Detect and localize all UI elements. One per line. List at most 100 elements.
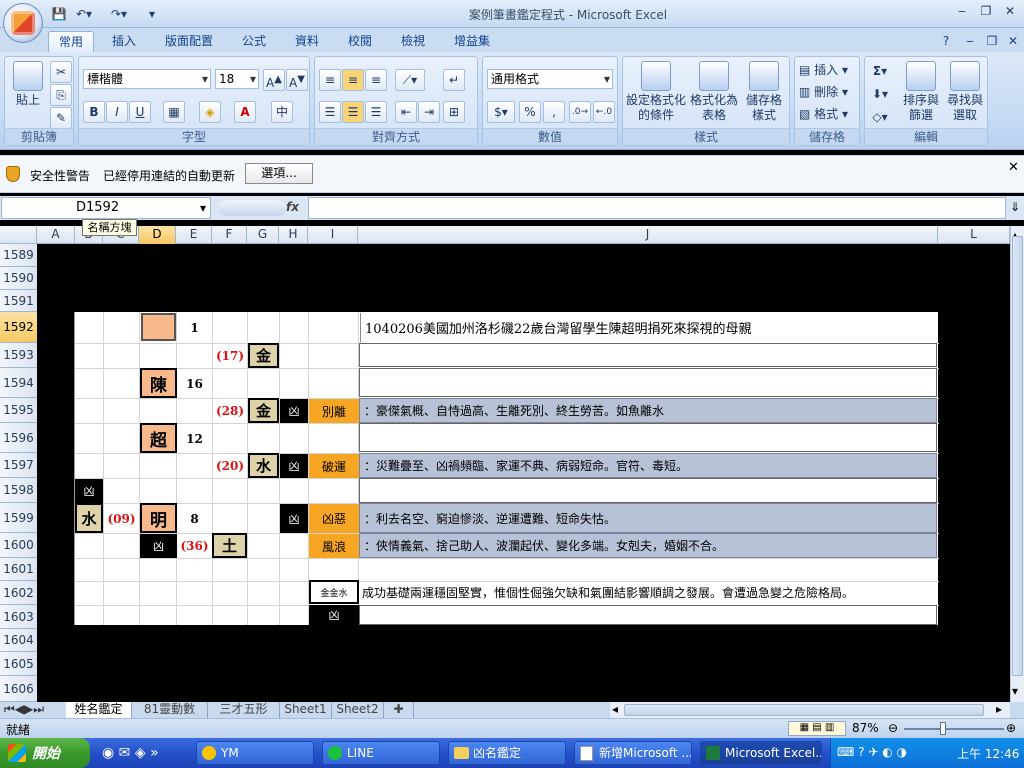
undo-icon[interactable]: ↶▾ [70, 5, 98, 23]
column-header[interactable]: F [212, 226, 247, 244]
empty-text-cell[interactable] [359, 478, 937, 503]
merge-center-icon[interactable]: ⊞ [443, 101, 465, 123]
headline-cell[interactable]: 1040206美國加州洛杉磯22歲台灣留學生陳超明捐死來探視的母親 [360, 313, 937, 342]
empty-text-cell[interactable] [359, 368, 937, 397]
row-header[interactable]: 1598 [0, 478, 37, 503]
cell-styles-button[interactable]: 儲存格樣式 [741, 61, 787, 123]
row-header[interactable]: 1601 [0, 558, 37, 581]
taskbar-item-new-doc[interactable]: 新增Microsoft ... [574, 741, 692, 765]
row-header[interactable]: 1602 [0, 581, 37, 605]
tab-home[interactable]: 常用 [48, 31, 94, 52]
font-color-icon[interactable]: A [234, 101, 256, 123]
orientation-icon[interactable]: ⟋▾ [395, 69, 425, 91]
sheet-tab[interactable]: Sheet2 [332, 702, 384, 718]
row-header[interactable]: 1593 [0, 343, 37, 368]
align-bottom-icon[interactable]: ≡ [365, 69, 387, 91]
column-header[interactable]: G [247, 226, 279, 244]
hscroll-thumb[interactable] [624, 704, 984, 716]
summary-description[interactable]: 成功基礎兩運穩固堅實，惟個性倔強欠缺和氣團結影響順調之發展。會遭過急變之危險格局… [360, 581, 937, 604]
tab-formulas[interactable]: 公式 [232, 31, 276, 52]
tab-addins[interactable]: 增益集 [444, 31, 500, 52]
column-header[interactable]: E [176, 226, 212, 244]
name-box[interactable]: D1592 ▾ [1, 197, 211, 219]
scroll-left-icon[interactable]: ◂ [612, 702, 618, 716]
sheet-tab[interactable]: 姓名鑑定 [66, 702, 132, 718]
row-header[interactable]: 1599 [0, 503, 37, 533]
column-header[interactable]: H [279, 226, 308, 244]
fortune-description[interactable]: ：災難疊至、凶禍頻臨、家運不典、病弱短命。官符、毒短。 [359, 453, 937, 478]
select-all-corner[interactable] [0, 226, 37, 244]
taskbar-item-line[interactable]: LINE [322, 741, 440, 765]
comma-icon[interactable]: , [543, 101, 565, 123]
align-top-icon[interactable]: ≡ [319, 69, 341, 91]
tab-page-layout[interactable]: 版面配置 [155, 31, 223, 52]
row-header[interactable]: 1597 [0, 453, 37, 478]
office-button[interactable] [3, 3, 43, 43]
help-icon[interactable]: ? [936, 31, 956, 52]
scroll-thumb[interactable] [1012, 236, 1023, 676]
sheet-tab[interactable]: Sheet1 [280, 702, 332, 718]
empty-text-cell[interactable] [359, 343, 937, 367]
clear-icon[interactable]: ◇▾ [869, 107, 891, 129]
tab-data[interactable]: 資料 [285, 31, 329, 52]
insert-function-icon[interactable]: fx [286, 200, 299, 214]
italic-icon[interactable]: I [106, 101, 128, 123]
fill-icon[interactable]: ⬇▾ [869, 84, 891, 106]
ribbon-minimize-button[interactable]: ‒ [960, 31, 980, 52]
row-header[interactable]: 1589 [0, 244, 37, 267]
row-header[interactable]: 1606 [0, 676, 37, 702]
fortune-description[interactable]: ：利去名空、窮迫慘淡、逆運遭難、短命失怙。 [359, 503, 937, 533]
expand-formula-icon[interactable]: ⇓ [1010, 200, 1020, 214]
delete-cells-button[interactable]: ▥ 刪除 ▾ [799, 85, 857, 100]
sheet-tab[interactable]: 三才五形 [208, 702, 280, 718]
tab-review[interactable]: 校閱 [338, 31, 382, 52]
scroll-right-icon[interactable]: ▸ [996, 702, 1002, 716]
worksheet[interactable]: 1 1040206美國加州洛杉磯22歲台灣留學生陳超明捐死來探視的母親 (17)… [37, 244, 1010, 702]
tray-icons[interactable]: ⌨ ? ✈ ◐ ◑ [837, 745, 907, 759]
zoom-in-icon[interactable]: ⊕ [1006, 721, 1016, 735]
zoom-out-icon[interactable]: ⊖ [888, 721, 898, 735]
format-as-table-button[interactable]: 格式化為表格 [689, 61, 739, 123]
ribbon-restore-button[interactable]: ❐ [982, 31, 1002, 52]
font-size-combo[interactable]: 18 ▾ [215, 69, 259, 89]
column-header[interactable]: L [938, 226, 1010, 244]
formula-input[interactable] [308, 197, 1006, 219]
fortune-description[interactable]: ：俠情義氣、捨己助人、波瀾起伏、變化多端。女剋夫，婚姻不合。 [359, 533, 937, 558]
customize-qat-icon[interactable]: ▾ [145, 5, 159, 23]
horizontal-scrollbar[interactable]: ◂ ▸ [610, 702, 1010, 718]
taskbar-item-excel[interactable]: Microsoft Excel... [700, 741, 822, 765]
sheet-nav-icon[interactable]: ⏮◀▶⏭ [4, 702, 44, 717]
save-icon[interactable]: 💾 [50, 5, 68, 23]
format-painter-icon[interactable]: ✎ [50, 107, 72, 129]
wrap-text-icon[interactable]: ↵ [443, 69, 465, 91]
empty-text-cell[interactable] [359, 423, 937, 452]
column-header[interactable]: A [37, 226, 75, 244]
fortune-description[interactable]: ：豪傑氣概、自恃過高、生離死別、終生勞苦。如魚離水 [359, 398, 937, 423]
row-header[interactable]: 1590 [0, 267, 37, 290]
align-right-icon[interactable]: ☰ [365, 101, 387, 123]
insert-sheet-icon[interactable]: ✚ [384, 702, 414, 718]
taskbar-item-folder[interactable]: 凶名鑑定 [448, 741, 566, 765]
percent-icon[interactable]: % [519, 101, 541, 123]
font-name-combo[interactable]: 標楷體 ▾ [83, 69, 211, 89]
decrease-indent-icon[interactable]: ⇤ [395, 101, 417, 123]
row-header[interactable]: 1604 [0, 629, 37, 652]
sort-filter-button[interactable]: 排序與篩選 [899, 61, 943, 123]
decrease-decimal-icon[interactable]: ←.0 [593, 101, 615, 123]
view-buttons-icon[interactable]: ▦ ▤ ▥ [788, 721, 846, 736]
tab-insert[interactable]: 插入 [102, 31, 146, 52]
row-header[interactable]: 1595 [0, 398, 37, 423]
close-button[interactable]: ✕ [1000, 4, 1020, 22]
row-header[interactable]: 1596 [0, 423, 37, 453]
number-format-combo[interactable]: 通用格式 ▾ [487, 69, 613, 89]
security-options-button[interactable]: 選項... [245, 163, 313, 184]
currency-icon[interactable]: $▾ [487, 101, 515, 123]
find-select-button[interactable]: 尋找與選取 [943, 61, 987, 123]
row-header[interactable]: 1605 [0, 652, 37, 676]
bold-icon[interactable]: B [83, 101, 105, 123]
copy-icon[interactable]: ⎘ [50, 84, 72, 106]
row-header[interactable]: 1591 [0, 290, 37, 312]
restore-button[interactable]: ❐ [976, 4, 996, 22]
align-middle-icon[interactable]: ≡ [342, 69, 364, 91]
row-header[interactable]: 1603 [0, 605, 37, 629]
